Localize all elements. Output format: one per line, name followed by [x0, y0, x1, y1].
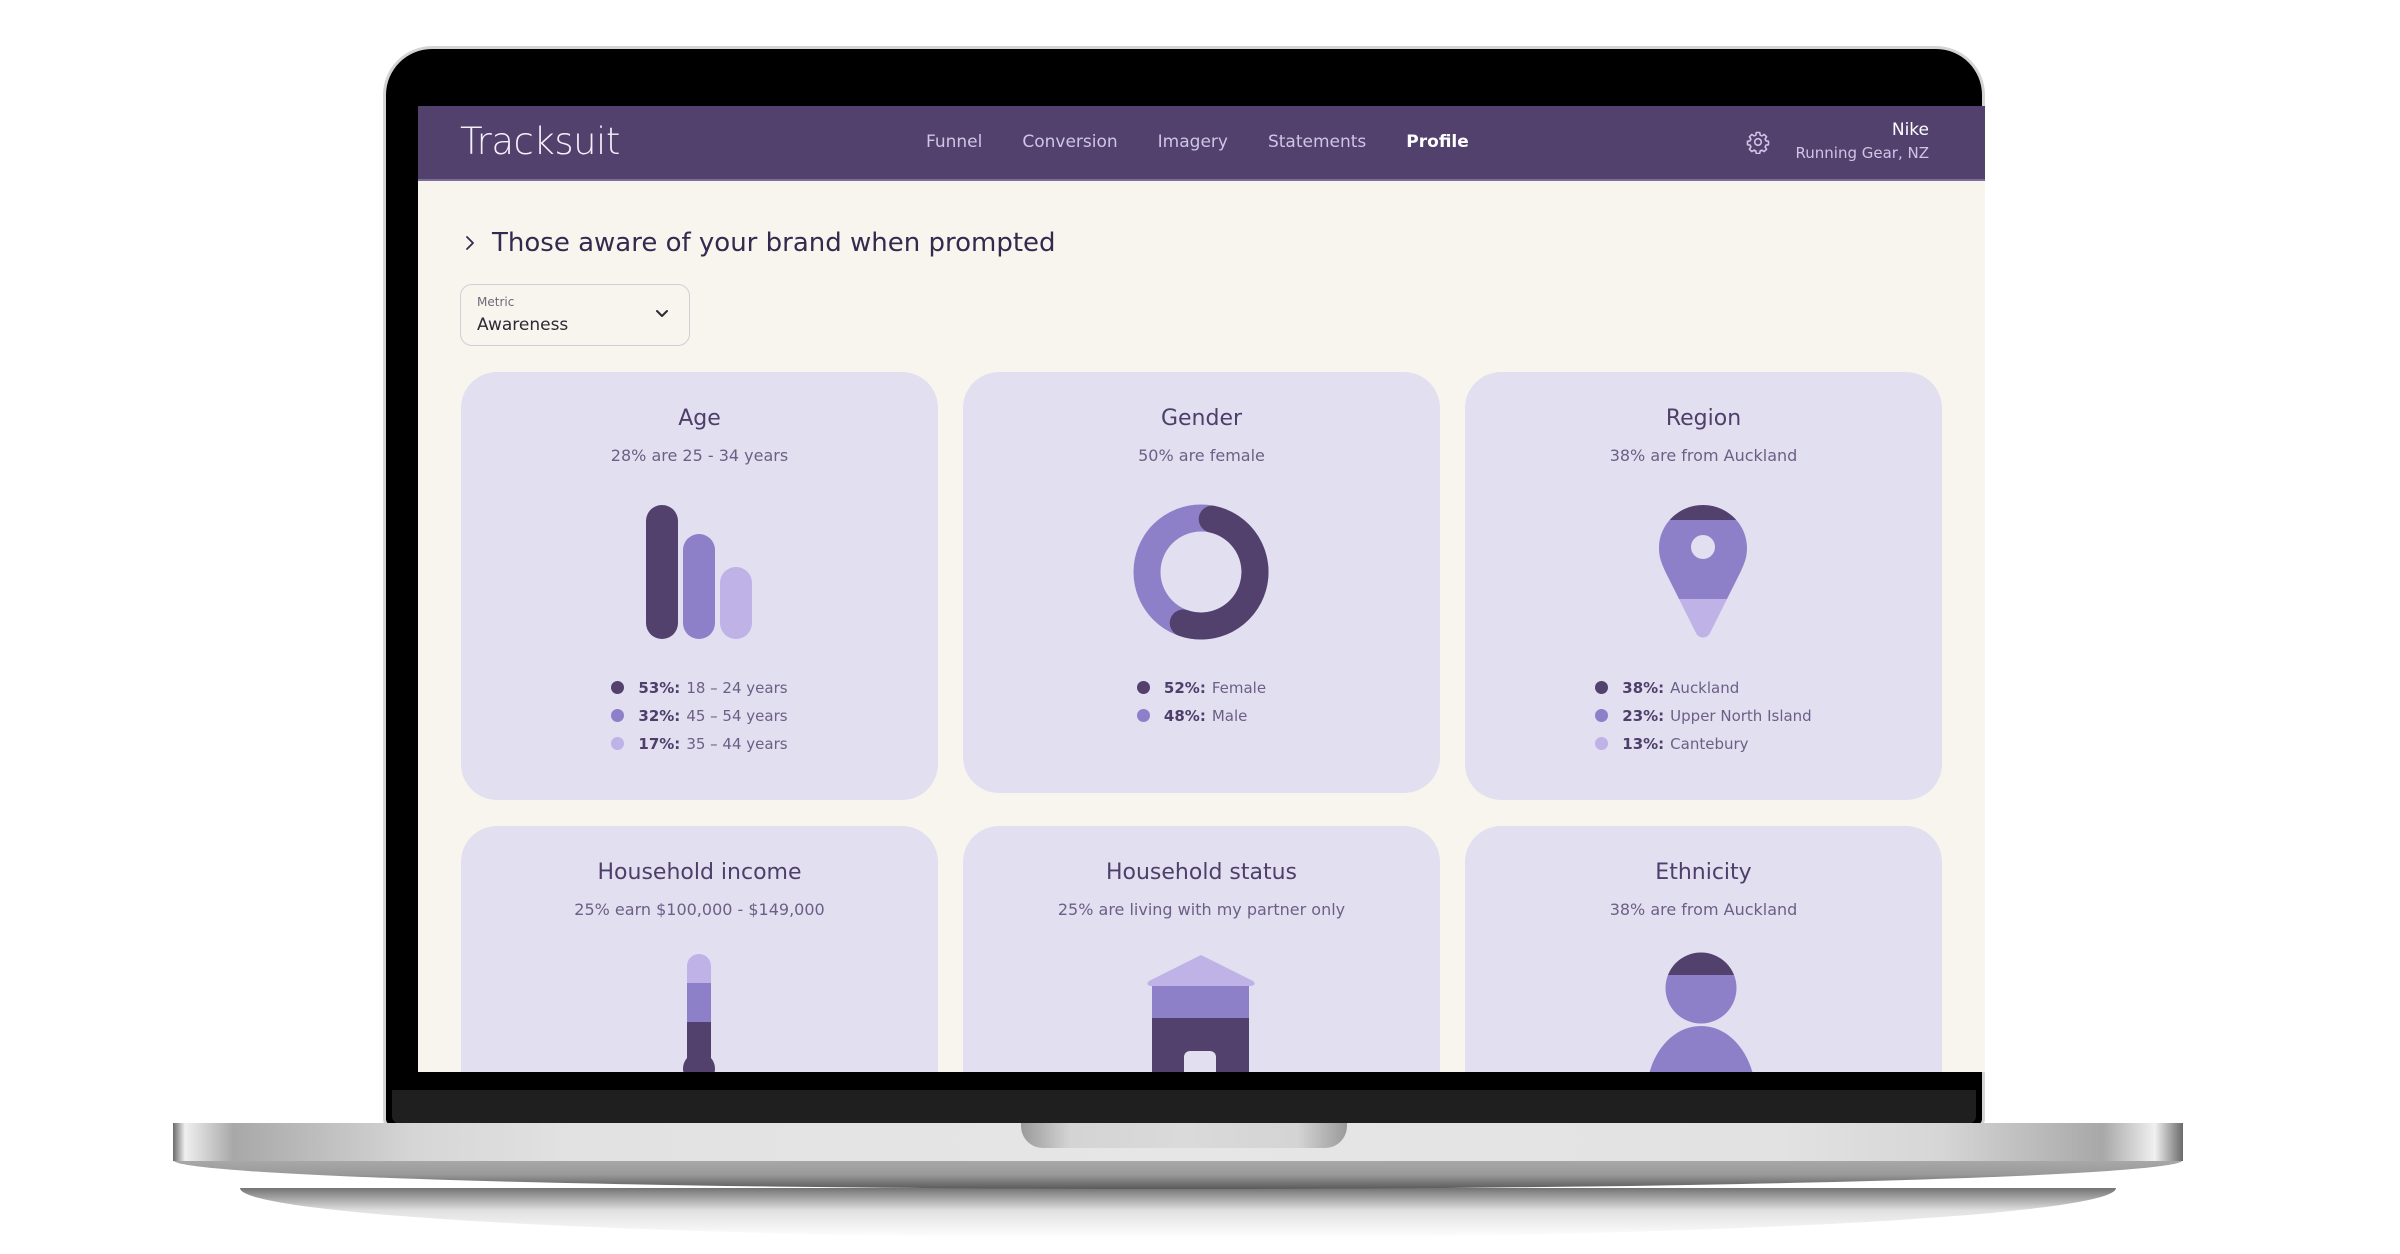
- section-title: Those aware of your brand when prompted: [492, 228, 1056, 258]
- nav-funnel[interactable]: Funnel: [926, 132, 982, 152]
- legend-dot: [1595, 737, 1609, 750]
- legend-label: Female: [1211, 678, 1267, 697]
- legend-dot: [611, 709, 625, 722]
- metric-label: Metric: [477, 295, 515, 309]
- laptop-notch: [1021, 1123, 1347, 1148]
- legend-percent: 23%:: [1622, 706, 1665, 725]
- laptop-shadow: [240, 1188, 2116, 1238]
- legend-dot: [1136, 709, 1150, 722]
- legend-label: Male: [1211, 706, 1248, 725]
- screen: Tracksuit Funnel Conversion Imagery Stat…: [418, 106, 1985, 1072]
- legend-label: Auckland: [1670, 678, 1740, 697]
- legend-percent: 17%:: [638, 734, 681, 753]
- metric-value: Awareness: [477, 315, 569, 335]
- legend-item: 52%: Female: [1136, 678, 1267, 697]
- account-switcher[interactable]: Nike Running Gear, NZ: [1796, 120, 1929, 162]
- legend-item: 32%: 45 – 54 years: [611, 706, 788, 725]
- card-region: Region 38% are from Auckland 38%: Aucklan…: [1465, 372, 1942, 800]
- thermometer-icon: [683, 954, 715, 1072]
- legend-dot: [1595, 681, 1609, 694]
- legend-item: 53%: 18 – 24 years: [611, 678, 788, 697]
- gender-donut-figure: [1133, 504, 1269, 640]
- gender-legend: 52%: Female 48%: Male: [963, 678, 1440, 725]
- laptop-chin: [392, 1090, 1976, 1124]
- section-header[interactable]: Those aware of your brand when prompted: [462, 228, 1056, 258]
- gear-icon[interactable]: [1746, 130, 1770, 154]
- age-legend: 53%: 18 – 24 years 32%: 45 – 54 years 17%:…: [461, 678, 938, 753]
- nav-imagery[interactable]: Imagery: [1158, 132, 1228, 152]
- legend-item: 38%: Auckland: [1595, 678, 1811, 697]
- person-icon: [1646, 952, 1756, 1072]
- house-icon: [1147, 955, 1255, 1072]
- legend-item: 17%: 35 – 44 years: [611, 734, 788, 753]
- age-bar-45-54: [683, 534, 715, 639]
- chevron-down-icon: [656, 310, 668, 317]
- metric-select[interactable]: Metric Awareness: [460, 284, 690, 346]
- logo[interactable]: Tracksuit: [460, 120, 620, 163]
- nav-conversion[interactable]: Conversion: [1022, 132, 1117, 152]
- legend-percent: 32%:: [638, 706, 681, 725]
- legend-label: 45 – 54 years: [686, 706, 788, 725]
- legend-label: Cantebury: [1670, 734, 1749, 753]
- legend-label: 18 – 24 years: [686, 678, 788, 697]
- legend-label: 35 – 44 years: [686, 734, 788, 753]
- main-nav: Funnel Conversion Imagery Statements Pro…: [926, 132, 1509, 152]
- legend-percent: 38%:: [1622, 678, 1665, 697]
- legend-item: 13%: Cantebury: [1595, 734, 1811, 753]
- card-household-status: Household status 25% are living with my …: [963, 826, 1440, 1072]
- chevron-right-icon: [466, 236, 474, 250]
- legend-label: Upper North Island: [1670, 706, 1812, 725]
- laptop-base-lower: [173, 1160, 2183, 1189]
- age-bar-18-24: [646, 505, 678, 639]
- legend-dot: [1595, 709, 1609, 722]
- legend-item: 48%: Male: [1136, 706, 1266, 725]
- account-name: Nike: [1891, 120, 1929, 140]
- age-bar-35-44: [720, 567, 752, 639]
- nav-profile[interactable]: Profile: [1406, 132, 1468, 152]
- top-navbar: Tracksuit Funnel Conversion Imagery Stat…: [418, 106, 1985, 181]
- nav-statements[interactable]: Statements: [1268, 132, 1366, 152]
- legend-percent: 53%:: [638, 678, 681, 697]
- legend-dot: [611, 681, 625, 694]
- legend-percent: 13%:: [1622, 734, 1665, 753]
- card-ethnicity: Ethnicity 38% are from Auckland: [1465, 826, 1942, 1072]
- legend-item: 23%: Upper North Island: [1595, 706, 1812, 725]
- legend-percent: 48%:: [1163, 706, 1206, 725]
- card-age: Age 28% are 25 - 34 years 53%: 18 – 24 ye…: [461, 372, 938, 800]
- region-legend: 38%: Auckland 23%: Upper North Island 13%:…: [1465, 678, 1942, 753]
- account-subtitle: Running Gear, NZ: [1795, 144, 1929, 162]
- card-gender: Gender 50% are female 52%: Female 48%: Mal…: [963, 372, 1440, 793]
- legend-dot: [1136, 681, 1150, 694]
- legend-dot: [611, 737, 625, 750]
- card-household-income: Household income 25% earn $100,000 - $14…: [461, 826, 938, 1072]
- legend-percent: 52%:: [1163, 678, 1206, 697]
- donut-female: [1169, 505, 1269, 640]
